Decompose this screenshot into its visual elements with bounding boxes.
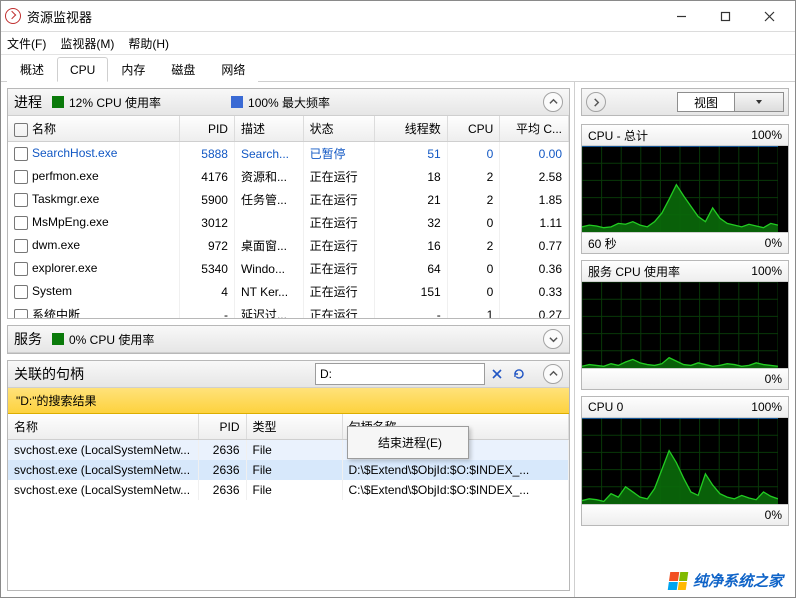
chart-min: 0% <box>765 372 782 386</box>
tabs: 概述 CPU 内存 磁盘 网络 <box>1 55 795 82</box>
col-status[interactable]: 状态 <box>303 116 374 142</box>
handles-search-input[interactable] <box>315 363 485 385</box>
table-row[interactable]: svchost.exe (LocalSystemNetw...2636Filei… <box>8 440 569 461</box>
tab-overview[interactable]: 概述 <box>7 55 57 82</box>
table-row[interactable]: svchost.exe (LocalSystemNetw...2636FileC… <box>8 480 569 500</box>
col-avg[interactable]: 平均 C... <box>500 116 569 142</box>
chart-max: 100% <box>751 128 782 142</box>
tab-network[interactable]: 网络 <box>208 55 258 82</box>
context-end-process[interactable]: 结束进程(E) <box>350 430 466 455</box>
table-row[interactable]: SearchHost.exe5888Search...已暂停5100.00 <box>8 142 569 166</box>
collapse-handles-button[interactable] <box>543 364 563 384</box>
handles-title: 关联的句柄 <box>14 364 84 384</box>
processes-title: 进程 <box>14 92 42 112</box>
minimize-button[interactable] <box>659 2 703 30</box>
col-threads[interactable]: 线程数 <box>374 116 447 142</box>
maximize-button[interactable] <box>703 2 747 30</box>
table-row[interactable]: explorer.exe5340Windo...正在运行6400.36 <box>8 257 569 280</box>
col-cpu[interactable]: CPU <box>447 116 500 142</box>
collapse-processes-button[interactable] <box>543 92 563 112</box>
expand-right-button[interactable] <box>586 92 606 112</box>
row-checkbox[interactable] <box>14 170 28 184</box>
table-row[interactable]: 系统中断-延迟过...正在运行-10.27 <box>8 303 569 318</box>
table-row[interactable]: MsMpEng.exe3012正在运行3201.11 <box>8 211 569 234</box>
search-results-label: "D:"的搜索结果 <box>8 388 569 414</box>
view-dropdown[interactable]: 视图 <box>677 92 784 112</box>
refresh-search-button[interactable] <box>509 364 529 384</box>
chart-min: 0% <box>765 508 782 522</box>
row-checkbox[interactable] <box>14 239 28 253</box>
app-title: 资源监视器 <box>27 7 92 26</box>
hcol-pid[interactable]: PID <box>198 414 246 440</box>
chart-xlabel: 60 秒 <box>588 235 617 252</box>
app-icon <box>5 8 21 24</box>
table-row[interactable]: Taskmgr.exe5900任务管...正在运行2121.85 <box>8 188 569 211</box>
services-cpu-stat: 0% CPU 使用率 <box>52 331 154 348</box>
close-button[interactable] <box>747 2 791 30</box>
handles-panel: 关联的句柄 "D:"的搜索结果 名称 PID 类型 句柄名称 <box>7 360 570 591</box>
table-row[interactable]: svchost.exe (LocalSystemNetw...2636FileD… <box>8 460 569 480</box>
row-checkbox[interactable] <box>14 193 28 207</box>
tab-disk[interactable]: 磁盘 <box>158 55 208 82</box>
chart-canvas <box>582 146 788 232</box>
chart-block: CPU 0 100% 0% <box>581 396 789 526</box>
menubar: 文件(F) 监视器(M) 帮助(H) <box>1 32 795 55</box>
processes-table[interactable]: 名称 PID 描述 状态 线程数 CPU 平均 C... SearchHost.… <box>8 116 569 318</box>
chart-canvas <box>582 418 788 504</box>
cpu-usage-stat: 12% CPU 使用率 <box>52 94 161 111</box>
menu-file[interactable]: 文件(F) <box>7 35 46 52</box>
row-checkbox[interactable] <box>14 285 28 299</box>
dropdown-arrow-icon <box>734 93 783 111</box>
chart-block: 服务 CPU 使用率 100% 0% <box>581 260 789 390</box>
hcol-type[interactable]: 类型 <box>246 414 342 440</box>
row-checkbox[interactable] <box>14 147 28 161</box>
titlebar: 资源监视器 <box>1 1 795 32</box>
table-row[interactable]: System4NT Ker...正在运行15100.33 <box>8 280 569 303</box>
chart-min: 0% <box>765 236 782 250</box>
chart-title: 服务 CPU 使用率 <box>588 263 680 280</box>
row-checkbox[interactable] <box>14 216 28 230</box>
clear-search-button[interactable] <box>487 364 507 384</box>
watermark-logo-icon <box>668 572 689 590</box>
services-title: 服务 <box>14 329 42 349</box>
chart-block: CPU - 总计 100% 60 秒 0% <box>581 124 789 254</box>
chart-title: CPU - 总计 <box>588 127 648 144</box>
table-row[interactable]: dwm.exe972桌面窗...正在运行1620.77 <box>8 234 569 257</box>
hcol-name[interactable]: 名称 <box>8 414 198 440</box>
expand-services-button[interactable] <box>543 329 563 349</box>
col-desc[interactable]: 描述 <box>234 116 303 142</box>
checkbox-all[interactable] <box>14 123 28 137</box>
menu-help[interactable]: 帮助(H) <box>128 35 169 52</box>
max-freq-stat: 100% 最大频率 <box>231 94 330 111</box>
processes-panel: 进程 12% CPU 使用率 100% 最大频率 名称 PID 描述 状态 线程… <box>7 88 570 319</box>
col-name[interactable]: 名称 <box>8 116 180 142</box>
chart-title: CPU 0 <box>588 400 623 414</box>
handles-table[interactable]: 名称 PID 类型 句柄名称 svchost.exe (LocalSystemN… <box>8 414 569 500</box>
chart-max: 100% <box>751 400 782 414</box>
context-menu: 结束进程(E) <box>347 426 469 459</box>
tab-cpu[interactable]: CPU <box>57 57 108 82</box>
tab-memory[interactable]: 内存 <box>108 55 158 82</box>
services-panel: 服务 0% CPU 使用率 <box>7 325 570 354</box>
right-pane-header: 视图 <box>581 88 789 116</box>
col-pid[interactable]: PID <box>180 116 235 142</box>
row-checkbox[interactable] <box>14 309 28 318</box>
chart-canvas <box>582 282 788 368</box>
table-row[interactable]: perfmon.exe4176资源和...正在运行1822.58 <box>8 165 569 188</box>
menu-monitor[interactable]: 监视器(M) <box>60 35 114 52</box>
watermark: 纯净系统之家 <box>663 568 789 593</box>
row-checkbox[interactable] <box>14 262 28 276</box>
chart-max: 100% <box>751 264 782 278</box>
